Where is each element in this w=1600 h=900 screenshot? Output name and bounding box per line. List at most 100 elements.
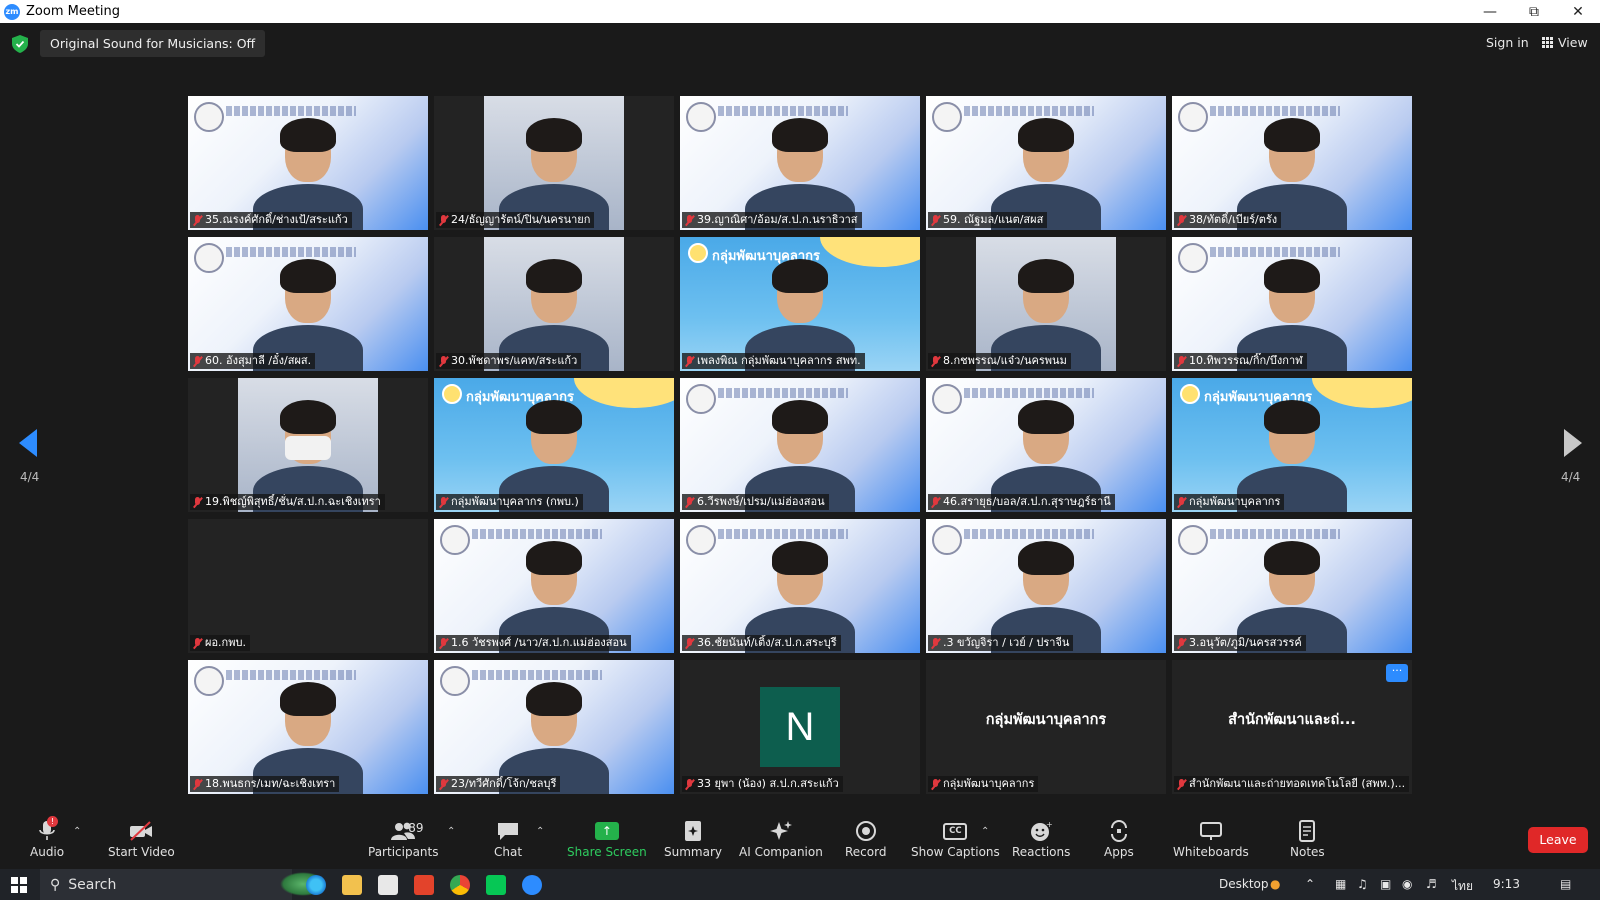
display-icon[interactable]: ▣: [1380, 877, 1391, 891]
zoom-app-icon[interactable]: [522, 875, 542, 895]
weather-icon[interactable]: ●: [1270, 877, 1280, 891]
participants-caret-icon[interactable]: ⌃: [447, 826, 455, 837]
close-button[interactable]: ✕: [1556, 0, 1600, 23]
participant-tile[interactable]: N 33 ยุพา (น้อง) ส.ป.ก.สระแก้ว: [680, 660, 920, 794]
participant-tile[interactable]: 1.6 วัชรพงศ์ /นาว/ส.ป.ก.แม่ฮ่องสอน: [434, 519, 674, 653]
participant-tile[interactable]: 24/ธัญญารัตน์/ปิน/นครนายก: [434, 96, 674, 230]
participant-tile[interactable]: 60. อังสุมาลี /อั๋ง/สผส.: [188, 237, 428, 371]
input-language[interactable]: ไทย: [1452, 877, 1473, 896]
speaker-icon[interactable]: ♬: [1426, 877, 1437, 891]
participant-tile[interactable]: 39.ญาณิศา/อ้อม/ส.ป.ก.นราธิวาส: [680, 96, 920, 230]
participant-tile[interactable]: 23/ทวีศักดิ์/โจ้ก/ชลบุรี: [434, 660, 674, 794]
participant-name-tag: 3.อนุวัต/ภูมิ/นครสวรรค์: [1174, 635, 1306, 651]
participant-video: [976, 237, 1116, 371]
apps-button[interactable]: Apps: [1104, 819, 1134, 865]
next-page-arrow-icon[interactable]: [1564, 429, 1582, 457]
participant-tile[interactable]: 30.พัชดาพร/แคท/สระแก้ว: [434, 237, 674, 371]
previous-page-arrow-icon[interactable]: [19, 429, 37, 457]
start-video-label: Start Video: [108, 845, 175, 859]
participant-name: 18.พนธกร/เมท/ฉะเชิงเทรา: [205, 777, 336, 790]
store-icon[interactable]: [378, 875, 398, 895]
participant-name: ผอ.กพบ.: [205, 636, 246, 649]
ai-companion-button[interactable]: AI Companion: [739, 819, 823, 865]
tile-more-options-button[interactable]: ···: [1386, 664, 1408, 682]
participants-button[interactable]: 89 Participants: [368, 819, 439, 865]
view-button[interactable]: View: [1542, 35, 1588, 50]
participant-name-tag: 46.สรายุธ/บอล/ส.ป.ก.สุราษฎร์ธานี: [928, 494, 1115, 510]
restore-button[interactable]: ⧉: [1512, 0, 1556, 23]
network-icon[interactable]: ▦: [1335, 877, 1346, 891]
participant-tile[interactable]: 46.สรายุธ/บอล/ส.ป.ก.สุราษฎร์ธานี: [926, 378, 1166, 512]
participants-icon: 89: [390, 819, 424, 843]
minimize-button[interactable]: —: [1468, 0, 1512, 23]
taskbar-search[interactable]: ⚲ Search: [40, 869, 326, 900]
muted-mic-icon: [1177, 214, 1186, 226]
meeting-topbar: Original Sound for Musicians: Off Sign i…: [0, 23, 1600, 65]
participants-count: 89: [408, 821, 424, 835]
muted-mic-icon: [439, 778, 448, 790]
participant-tile[interactable]: 18.พนธกร/เมท/ฉะเชิงเทรา: [188, 660, 428, 794]
tray-chevron-icon[interactable]: ⌃: [1305, 877, 1315, 891]
muted-mic-icon: [685, 214, 694, 226]
participant-tile[interactable]: 8.กชพรรณ/แจ๋ว/นครพนม: [926, 237, 1166, 371]
share-screen-button[interactable]: ↑ Share Screen: [567, 819, 647, 865]
notifications-icon[interactable]: ▤: [1560, 877, 1571, 891]
participant-name: กลุ่มพัฒนาบุคลากร: [943, 777, 1035, 790]
desktop-toolbar-label[interactable]: Desktop: [1219, 877, 1269, 891]
participant-tile[interactable]: ผอ.กพบ.: [188, 519, 428, 653]
chat-button[interactable]: Chat: [494, 819, 522, 865]
summary-icon: [683, 819, 703, 843]
participant-tile[interactable]: 38/ทัตดิ์/เบียร์/ตรัง: [1172, 96, 1412, 230]
participant-tile[interactable]: 10.ทิพวรรณ/กิ๊ก/บึงกาฬ: [1172, 237, 1412, 371]
original-sound-toggle[interactable]: Original Sound for Musicians: Off: [40, 30, 266, 57]
participant-tile[interactable]: 59. ณัฐมล/แนต/สผส: [926, 96, 1166, 230]
participant-tile[interactable]: กลุ่มพัฒนาบุคลากร กลุ่มพัฒนาบุคลากร (กพบ.…: [434, 378, 674, 512]
participant-name-tag: 39.ญาณิศา/อ้อม/ส.ป.ก.นราธิวาส: [682, 212, 862, 228]
participant-tile[interactable]: กลุ่มพัฒนาบุคลากร กลุ่มพัฒนาบุคลากร: [1172, 378, 1412, 512]
participant-tile[interactable]: 36.ชัยนันท์/เติ้ง/ส.ป.ก.สระบุรี: [680, 519, 920, 653]
participant-tile[interactable]: 6.วีรพงษ์/เปรม/แม่ฮ่องสอน: [680, 378, 920, 512]
audio-options-caret-icon[interactable]: ⌃: [73, 826, 81, 837]
participant-tile[interactable]: สำนักพัฒนาและถ่... ··· สำนักพัฒนาและถ่ายทอ…: [1172, 660, 1412, 794]
participant-name: 1.6 วัชรพงศ์ /นาว/ส.ป.ก.แม่ฮ่องสอน: [451, 636, 627, 649]
audio-button[interactable]: ! Audio: [30, 816, 64, 865]
ai-sparkle-icon: [768, 819, 794, 843]
apps-label: Apps: [1104, 845, 1134, 859]
record-button[interactable]: Record: [845, 819, 886, 865]
volume-icon[interactable]: ♫: [1357, 877, 1368, 891]
clock-time[interactable]: 9:13: [1493, 877, 1520, 891]
participant-tile[interactable]: .3 ขวัญจิรา / เวย์ / ปราจีน: [926, 519, 1166, 653]
line-app-icon[interactable]: [486, 875, 506, 895]
summary-button[interactable]: Summary: [664, 819, 722, 865]
participant-name: 38/ทัตดิ์/เบียร์/ตรัง: [1189, 213, 1278, 226]
whiteboards-button[interactable]: Whiteboards: [1173, 819, 1249, 865]
file-explorer-icon[interactable]: [342, 875, 362, 895]
sign-in-link[interactable]: Sign in: [1486, 35, 1529, 50]
muted-mic-icon: [685, 355, 694, 367]
encryption-shield-icon[interactable]: [12, 35, 28, 53]
office-icon[interactable]: [414, 875, 434, 895]
microphone-icon: !: [37, 816, 59, 843]
participant-tile[interactable]: กลุ่มพัฒนาบุคลากร กลุ่มพัฒนาบุคลากร: [926, 660, 1166, 794]
windows-start-icon[interactable]: [11, 877, 27, 893]
leave-button[interactable]: Leave: [1528, 827, 1588, 853]
participant-tile[interactable]: 19.พิชญ์พิสุทธิ์/ชั่น/ส.ป.ก.ฉะเชิงเทรา: [188, 378, 428, 512]
participant-name-tag: 10.ทิพวรรณ/กิ๊ก/บึงกาฬ: [1174, 353, 1307, 369]
notes-button[interactable]: Notes: [1290, 819, 1325, 865]
participant-name: .3 ขวัญจิรา / เวย์ / ปราจีน: [943, 636, 1070, 649]
chrome-icon[interactable]: [450, 875, 470, 895]
participant-tile[interactable]: 35.ณรงค์ศักดิ์/ช่างเป้/สระแก้ว: [188, 96, 428, 230]
reactions-smile-icon: +: [1029, 819, 1053, 843]
participant-name: 6.วีรพงษ์/เปรม/แม่ฮ่องสอน: [697, 495, 825, 508]
wifi-icon[interactable]: ◉: [1402, 877, 1412, 891]
muted-mic-icon: [685, 496, 694, 508]
start-video-button[interactable]: Start Video: [108, 819, 175, 865]
participant-name-tag: 30.พัชดาพร/แคท/สระแก้ว: [436, 353, 582, 369]
reactions-button[interactable]: + Reactions: [1012, 819, 1070, 865]
participant-name-tag: 59. ณัฐมล/แนต/สผส: [928, 212, 1048, 228]
chat-caret-icon[interactable]: ⌃: [536, 826, 544, 837]
participant-tile[interactable]: 3.อนุวัต/ภูมิ/นครสวรรค์: [1172, 519, 1412, 653]
edge-browser-icon[interactable]: [306, 875, 326, 895]
captions-caret-icon[interactable]: ⌃: [981, 826, 989, 837]
participant-tile[interactable]: กลุ่มพัฒนาบุคลากร เพลงพิณ กลุ่มพัฒนาบุคลา…: [680, 237, 920, 371]
